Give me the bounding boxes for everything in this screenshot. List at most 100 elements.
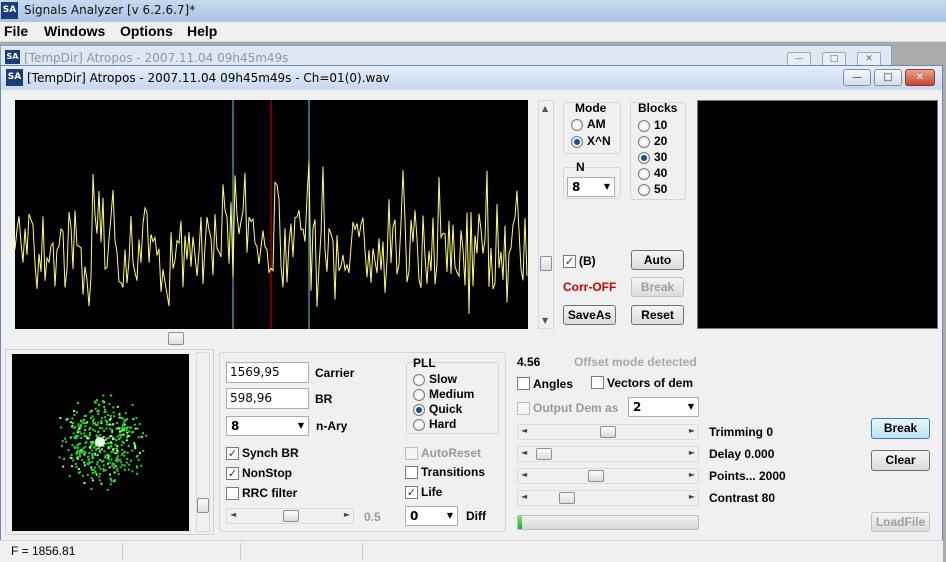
transitions-checkbox[interactable]	[405, 466, 418, 479]
points-thumb[interactable]	[588, 470, 604, 482]
blocks-20-radio[interactable]	[638, 136, 650, 148]
constellation-point	[94, 452, 97, 455]
output-dem-checkbox[interactable]	[517, 402, 530, 415]
pll-hard-radio[interactable]	[413, 419, 425, 431]
synch-br-checkbox[interactable]: ✓	[226, 447, 239, 460]
constellation-point	[65, 418, 68, 421]
autoreset-checkbox[interactable]	[405, 447, 418, 460]
demod-slider[interactable]: ◄ ►	[226, 508, 354, 524]
pll-quick-radio[interactable]	[413, 404, 425, 416]
blocks-40-label: 40	[654, 166, 668, 180]
pll-title: PLL	[413, 356, 436, 370]
main-hscrollbar[interactable]	[5, 331, 941, 347]
constellation-point	[118, 430, 121, 433]
constellation-vscrollbar[interactable]	[196, 352, 210, 532]
constellation-point	[85, 441, 88, 444]
life-checkbox[interactable]: ✓	[405, 486, 418, 499]
main-hscroll-thumb[interactable]	[168, 332, 184, 345]
constellation-point	[78, 430, 81, 433]
pll-medium-radio[interactable]	[413, 389, 425, 401]
diff-select[interactable]: 0 ▼	[405, 506, 458, 526]
b-checkbox[interactable]: ✓	[563, 255, 576, 268]
menu-windows[interactable]: Windows	[44, 23, 105, 39]
blocks-40-radio[interactable]	[638, 168, 650, 180]
pll-slow-radio[interactable]	[413, 374, 425, 386]
trimming-thumb[interactable]	[600, 426, 616, 438]
constellation-point	[62, 465, 65, 468]
output-dem-select[interactable]: 2 ▼	[628, 397, 699, 417]
minimize-button[interactable]: —	[843, 69, 871, 86]
break-button[interactable]: Break	[871, 418, 930, 439]
constellation-point	[109, 417, 112, 420]
blocks-10-label: 10	[654, 118, 668, 132]
constellation-point	[130, 459, 132, 462]
blocks-50-radio[interactable]	[638, 184, 650, 196]
mode-am-radio[interactable]	[571, 119, 583, 131]
loadfile-button[interactable]: LoadFile	[871, 512, 930, 532]
close-button[interactable]: ✕	[905, 69, 935, 86]
rrc-filter-checkbox[interactable]	[226, 487, 239, 500]
scope-vscrollbar[interactable]: ▲ ▼	[538, 100, 554, 329]
nary-select[interactable]: 8 ▼	[226, 416, 309, 436]
mode-xn-radio[interactable]	[571, 136, 583, 148]
constellation-point	[71, 417, 74, 420]
blocks-30-radio[interactable]	[638, 152, 650, 164]
chevron-down-icon: ▼	[687, 402, 694, 411]
constellation-point	[112, 411, 115, 414]
constellation-point	[70, 457, 73, 459]
menu-help[interactable]: Help	[187, 23, 217, 39]
constellation-point	[126, 451, 129, 454]
constellation-display[interactable]	[12, 354, 189, 531]
constellation-point	[126, 431, 129, 434]
menu-file[interactable]: File	[4, 23, 28, 39]
carrier-input[interactable]: 1569,95	[226, 362, 309, 383]
constellation-point	[90, 477, 93, 479]
constellation-point	[128, 463, 131, 466]
nonstop-checkbox[interactable]: ✓	[226, 467, 239, 480]
br-input[interactable]: 598,96	[226, 388, 309, 409]
delay-slider[interactable]: ◄ ►	[517, 446, 699, 462]
signal-scope[interactable]	[14, 100, 528, 329]
points-slider[interactable]: ◄ ►	[517, 468, 699, 484]
auto-button[interactable]: Auto	[631, 250, 684, 270]
corr-status: Corr-OFF	[563, 280, 617, 294]
constellation-point	[101, 400, 104, 402]
delay-thumb[interactable]	[536, 448, 552, 460]
demod-slider-thumb[interactable]	[283, 510, 299, 522]
scope-break-button[interactable]: Break	[631, 277, 684, 297]
constellation-point	[112, 406, 115, 409]
reset-button[interactable]: Reset	[631, 305, 684, 325]
constellation-point	[73, 427, 76, 430]
constellation-point	[113, 415, 116, 418]
constellation-point	[126, 457, 129, 460]
saveas-button[interactable]: SaveAs	[563, 305, 616, 325]
angles-checkbox[interactable]	[517, 377, 530, 390]
constellation-point	[63, 458, 66, 460]
constellation-point	[99, 433, 102, 436]
clear-button[interactable]: Clear	[871, 450, 930, 471]
spectrum-display[interactable]	[697, 100, 938, 329]
constellation-point	[77, 468, 80, 470]
scope-vscroll-thumb[interactable]	[540, 256, 552, 271]
constellation-point	[73, 414, 76, 416]
contrast-thumb[interactable]	[559, 492, 575, 504]
blocks-10-radio[interactable]	[638, 120, 650, 132]
constellation-point	[98, 475, 101, 478]
constellation-point	[122, 421, 125, 424]
trimming-slider[interactable]: ◄ ►	[517, 424, 699, 440]
constellation-vscroll-thumb[interactable]	[197, 498, 209, 513]
constellation-point	[109, 483, 112, 486]
vectors-checkbox[interactable]	[591, 376, 604, 389]
constellation-point	[87, 458, 90, 461]
constellation-point	[94, 401, 97, 404]
constellation-point	[59, 417, 62, 419]
maximize-button[interactable]: □	[874, 69, 902, 86]
constellation-point	[88, 452, 91, 454]
constellation-point	[120, 416, 123, 419]
n-select[interactable]: 8 ▼	[567, 177, 615, 197]
pll-hard-label: Hard	[429, 417, 457, 431]
constellation-point	[96, 399, 98, 402]
contrast-slider[interactable]: ◄ ►	[517, 490, 699, 506]
menu-options[interactable]: Options	[120, 23, 173, 39]
constellation-point	[100, 420, 103, 423]
